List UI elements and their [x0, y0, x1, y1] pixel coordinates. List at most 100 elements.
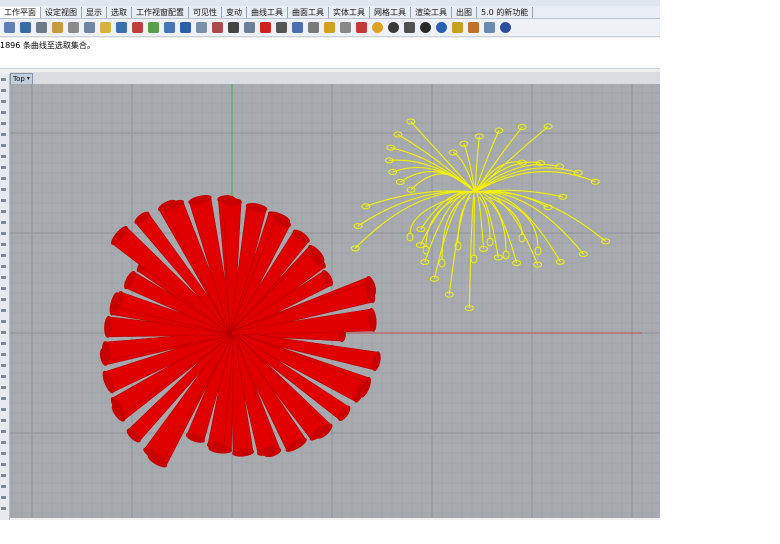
print-icon[interactable] [35, 21, 48, 34]
undo-icon[interactable] [115, 21, 128, 34]
left-toolbar-button[interactable] [1, 287, 6, 290]
tab-transform[interactable]: 变动 [222, 6, 247, 18]
dimension-icon[interactable] [451, 21, 464, 34]
left-toolbar-button[interactable] [1, 177, 6, 180]
tab-surface-tools[interactable]: 曲面工具 [288, 6, 329, 18]
cut-icon[interactable] [67, 21, 80, 34]
left-toolbar-button[interactable] [1, 507, 6, 510]
left-toolbar-button[interactable] [1, 265, 6, 268]
zoom-extents-icon[interactable] [195, 21, 208, 34]
left-toolbar-button[interactable] [1, 419, 6, 422]
rotate-icon[interactable] [291, 21, 304, 34]
tab-new-in-v5[interactable]: 5.0 的新功能 [477, 6, 534, 18]
lock-icon[interactable] [339, 21, 352, 34]
shade-sphere-icon[interactable] [419, 21, 432, 34]
gumball-icon[interactable] [275, 21, 288, 34]
car-icon[interactable] [259, 21, 272, 34]
left-toolbar-button[interactable] [1, 155, 6, 158]
left-toolbar-button[interactable] [1, 331, 6, 334]
left-toolbar-button[interactable] [1, 232, 6, 235]
left-toolbar-button[interactable] [1, 133, 6, 136]
viewport-dropdown-icon[interactable]: ▾ [27, 74, 30, 84]
left-toolbar-button[interactable] [1, 430, 6, 433]
curve-petal-tip [543, 123, 553, 130]
tab-display[interactable]: 显示 [82, 6, 107, 18]
left-toolbar-button[interactable] [1, 452, 6, 455]
render-preview-icon[interactable] [403, 21, 416, 34]
left-toolbar-button[interactable] [1, 122, 6, 125]
left-toolbar-button[interactable] [1, 309, 6, 312]
tab-visibility[interactable]: 可见性 [189, 6, 222, 18]
color-wheel-icon[interactable] [371, 21, 384, 34]
tab-curve-tools[interactable]: 曲线工具 [247, 6, 288, 18]
light-bulb-icon[interactable] [323, 21, 336, 34]
curve-petal [474, 191, 561, 263]
left-toolbar-button[interactable] [1, 320, 6, 323]
help-icon[interactable] [499, 21, 512, 34]
left-toolbar-button[interactable] [1, 353, 6, 356]
zoom-selected-icon[interactable] [211, 21, 224, 34]
left-toolbar-button[interactable] [1, 188, 6, 191]
copy-icon[interactable] [83, 21, 96, 34]
left-toolbar-button[interactable] [1, 386, 6, 389]
pan-hand-icon[interactable] [131, 21, 144, 34]
four-viewports-icon[interactable] [243, 21, 256, 34]
curve-petal-tip [502, 250, 510, 260]
left-toolbar-button[interactable] [1, 474, 6, 477]
left-toolbar-button[interactable] [1, 276, 6, 279]
left-toolbar-button[interactable] [1, 210, 6, 213]
left-toolbar-button[interactable] [1, 397, 6, 400]
left-toolbar-button[interactable] [1, 243, 6, 246]
layout-icon[interactable] [483, 21, 496, 34]
left-toolbar-button[interactable] [1, 100, 6, 103]
new-document-icon[interactable] [3, 21, 16, 34]
grasshopper-icon[interactable] [467, 21, 480, 34]
left-toolbar-button[interactable] [1, 364, 6, 367]
left-toolbar-button[interactable] [1, 298, 6, 301]
curve-petal [474, 191, 518, 264]
tab-solid-tools[interactable]: 实体工具 [329, 6, 370, 18]
curve-hanging-petal [473, 196, 476, 257]
left-toolbar-button[interactable] [1, 111, 6, 114]
open-icon[interactable] [51, 21, 64, 34]
left-toolbar-button[interactable] [1, 375, 6, 378]
left-toolbar [0, 74, 10, 520]
left-toolbar-button[interactable] [1, 254, 6, 257]
tab-mesh-tools[interactable]: 网格工具 [370, 6, 411, 18]
left-toolbar-button[interactable] [1, 144, 6, 147]
tab-select[interactable]: 选取 [107, 6, 132, 18]
left-toolbar-button[interactable] [1, 199, 6, 202]
left-toolbar-button[interactable] [1, 485, 6, 488]
left-toolbar-button[interactable] [1, 166, 6, 169]
zoom-selected-icon-glyph [212, 22, 223, 33]
left-toolbar-button[interactable] [1, 408, 6, 411]
zoom-window-icon[interactable] [179, 21, 192, 34]
environment-icon[interactable] [435, 21, 448, 34]
paste-icon[interactable] [99, 21, 112, 34]
save-icon[interactable] [19, 21, 32, 34]
tab-workplane[interactable]: 工作平面 [0, 6, 41, 18]
left-toolbar-button[interactable] [1, 463, 6, 466]
left-toolbar-button[interactable] [1, 342, 6, 345]
material-icon[interactable] [355, 21, 368, 34]
rotate-view-icon[interactable] [227, 21, 240, 34]
top-viewport[interactable] [10, 84, 660, 518]
left-toolbar-button[interactable] [1, 78, 6, 81]
camera-icon[interactable] [307, 21, 320, 34]
layout-icon-glyph [484, 22, 495, 33]
left-toolbar-button[interactable] [1, 221, 6, 224]
copy-icon-glyph [84, 22, 95, 33]
zoom-icon[interactable] [163, 21, 176, 34]
tab-render-tools[interactable]: 渲染工具 [411, 6, 452, 18]
left-toolbar-button[interactable] [1, 89, 6, 92]
viewport-canvas[interactable] [10, 84, 660, 518]
tab-drafting[interactable]: 出图 [452, 6, 477, 18]
tab-viewport-layout[interactable]: 工作视窗配置 [132, 6, 189, 18]
render-sphere-icon[interactable] [387, 21, 400, 34]
tab-set-view[interactable]: 设定视图 [41, 6, 82, 18]
left-toolbar-button[interactable] [1, 441, 6, 444]
move-icon[interactable] [147, 21, 160, 34]
left-toolbar-button[interactable] [1, 496, 6, 499]
curve-petal [474, 125, 549, 193]
car-icon-glyph [260, 22, 271, 33]
